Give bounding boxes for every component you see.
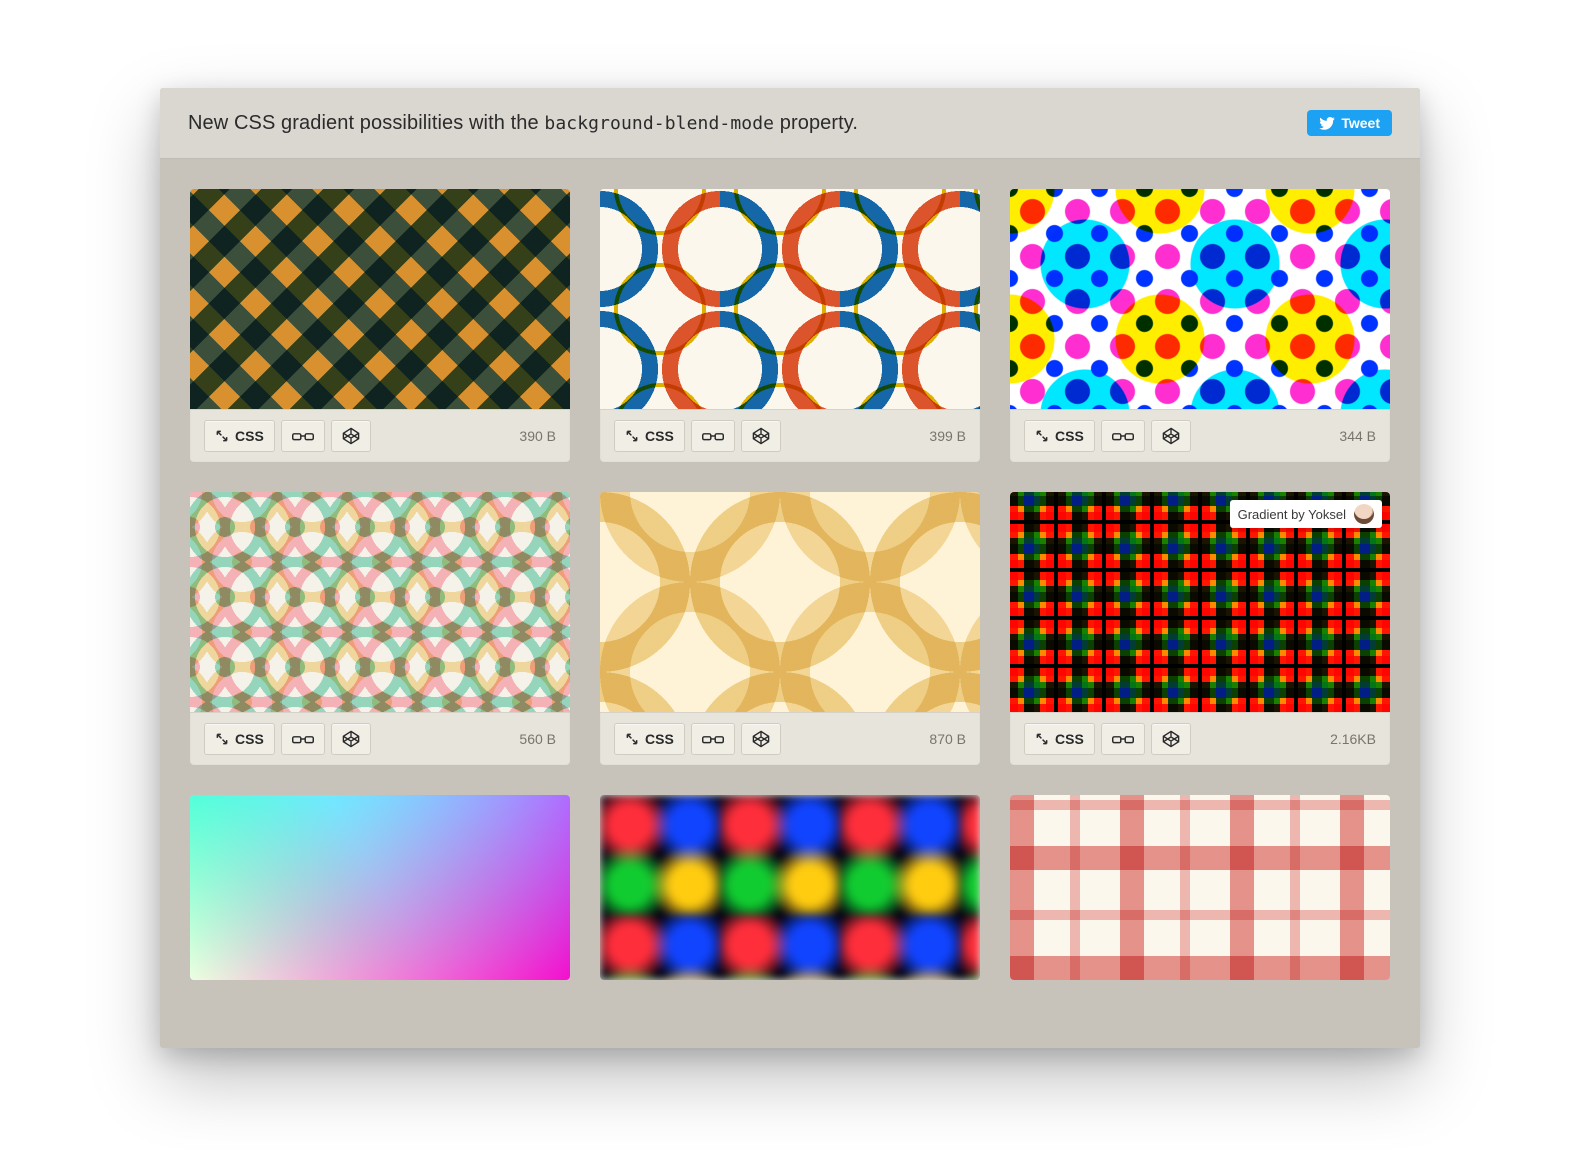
codepen-button[interactable] [1151, 420, 1191, 452]
header: New CSS gradient possibilities with the … [160, 88, 1420, 159]
tweet-label: Tweet [1341, 115, 1380, 131]
codepen-button[interactable] [331, 723, 371, 755]
page-title: New CSS gradient possibilities with the … [188, 112, 858, 135]
expand-icon [215, 429, 229, 443]
view-button[interactable] [1101, 420, 1145, 452]
page-wrap: New CSS gradient possibilities with the … [0, 0, 1580, 1150]
pattern-preview[interactable] [190, 492, 570, 712]
pattern-card: CSS 870 B [600, 492, 980, 765]
codepen-icon [1162, 730, 1180, 748]
credit-badge[interactable]: Gradient by Yoksel [1230, 500, 1382, 528]
expand-icon [625, 429, 639, 443]
css-label: CSS [645, 731, 674, 747]
card-toolbar: CSS 344 B [1010, 409, 1390, 462]
codepen-button[interactable] [331, 420, 371, 452]
size-label: 344 B [1339, 428, 1376, 444]
size-label: 2.16KB [1330, 731, 1376, 747]
title-suffix: property. [774, 112, 858, 134]
codepen-icon [752, 730, 770, 748]
codepen-button[interactable] [741, 420, 781, 452]
avatar [1354, 504, 1374, 524]
button-row: CSS [1024, 723, 1191, 755]
css-label: CSS [1055, 731, 1084, 747]
view-button[interactable] [1101, 723, 1145, 755]
pattern-preview[interactable] [600, 492, 980, 712]
view-button[interactable] [281, 420, 325, 452]
css-label: CSS [235, 428, 264, 444]
codepen-button[interactable] [1151, 723, 1191, 755]
pattern-card [1010, 795, 1390, 980]
pattern-preview[interactable] [1010, 795, 1390, 980]
button-row: CSS [614, 723, 781, 755]
pattern-card: CSS 390 B [190, 189, 570, 462]
pattern-preview[interactable] [600, 795, 980, 980]
glasses-icon [1112, 429, 1134, 443]
css-button[interactable]: CSS [614, 420, 685, 452]
card-toolbar: CSS 560 B [190, 712, 570, 765]
pattern-card: CSS 560 B [190, 492, 570, 765]
css-label: CSS [645, 428, 674, 444]
size-label: 560 B [519, 731, 556, 747]
pattern-card: CSS 399 B [600, 189, 980, 462]
pattern-preview[interactable] [190, 189, 570, 409]
pattern-preview[interactable] [190, 795, 570, 980]
grid: CSS 390 B [160, 159, 1420, 980]
app-container: New CSS gradient possibilities with the … [160, 88, 1420, 1048]
pattern-card: CSS 344 B [1010, 189, 1390, 462]
css-button[interactable]: CSS [1024, 723, 1095, 755]
button-row: CSS [204, 420, 371, 452]
css-label: CSS [1055, 428, 1084, 444]
pattern-card [190, 795, 570, 980]
css-button[interactable]: CSS [1024, 420, 1095, 452]
card-toolbar: CSS 399 B [600, 409, 980, 462]
pattern-preview[interactable] [600, 189, 980, 409]
button-row: CSS [614, 420, 781, 452]
glasses-icon [1112, 732, 1134, 746]
css-button[interactable]: CSS [204, 420, 275, 452]
pattern-card: Gradient by Yoksel CSS [1010, 492, 1390, 765]
glasses-icon [292, 429, 314, 443]
view-button[interactable] [691, 723, 735, 755]
codepen-icon [752, 427, 770, 445]
expand-icon [1035, 429, 1049, 443]
codepen-icon [342, 427, 360, 445]
css-button[interactable]: CSS [204, 723, 275, 755]
credit-text: Gradient by Yoksel [1238, 507, 1346, 522]
card-toolbar: CSS 2.16KB [1010, 712, 1390, 765]
css-label: CSS [235, 731, 264, 747]
view-button[interactable] [281, 723, 325, 755]
twitter-icon [1319, 117, 1335, 130]
expand-icon [625, 732, 639, 746]
pattern-preview[interactable] [1010, 189, 1390, 409]
button-row: CSS [1024, 420, 1191, 452]
button-row: CSS [204, 723, 371, 755]
card-toolbar: CSS 390 B [190, 409, 570, 462]
view-button[interactable] [691, 420, 735, 452]
codepen-button[interactable] [741, 723, 781, 755]
card-toolbar: CSS 870 B [600, 712, 980, 765]
title-code: background-blend-mode [544, 113, 774, 134]
codepen-icon [342, 730, 360, 748]
title-prefix: New CSS gradient possibilities with the [188, 112, 544, 134]
size-label: 399 B [929, 428, 966, 444]
expand-icon [215, 732, 229, 746]
css-button[interactable]: CSS [614, 723, 685, 755]
glasses-icon [702, 429, 724, 443]
expand-icon [1035, 732, 1049, 746]
pattern-card [600, 795, 980, 980]
size-label: 390 B [519, 428, 556, 444]
tweet-button[interactable]: Tweet [1307, 110, 1392, 136]
glasses-icon [702, 732, 724, 746]
glasses-icon [292, 732, 314, 746]
codepen-icon [1162, 427, 1180, 445]
size-label: 870 B [929, 731, 966, 747]
